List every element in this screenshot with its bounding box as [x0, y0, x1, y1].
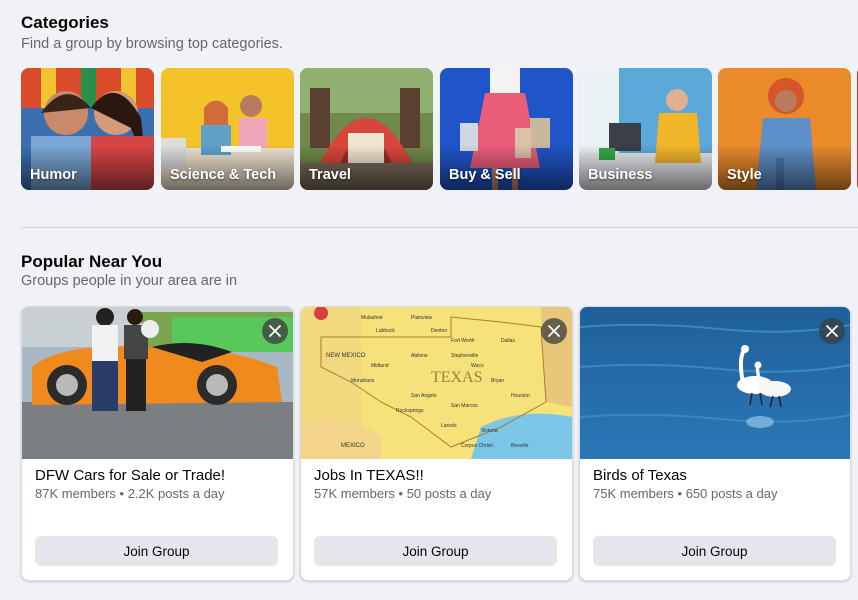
close-icon: [826, 325, 838, 337]
svg-text:Midland: Midland: [371, 363, 389, 369]
svg-text:Corpus Christi: Corpus Christi: [461, 443, 493, 449]
dismiss-button[interactable]: [262, 318, 288, 344]
group-card[interactable]: Birds of Texas 75K members • 650 posts a…: [579, 306, 851, 581]
section-divider: [21, 227, 858, 228]
group-cover-image[interactable]: [580, 307, 850, 459]
group-card[interactable]: DFW Cars for Sale or Trade! 87K members …: [21, 306, 294, 581]
join-group-button[interactable]: Join Group: [35, 536, 278, 566]
categories-subtitle: Find a group by browsing top categories.: [21, 36, 283, 52]
category-tile-style[interactable]: Style: [718, 68, 851, 190]
svg-text:Mulashoe: Mulashoe: [361, 315, 383, 321]
group-meta: 75K members • 650 posts a day: [593, 486, 778, 501]
category-label-travel: Travel: [309, 167, 351, 183]
white-egrets-water-icon: [580, 307, 850, 459]
svg-text:Laredo: Laredo: [441, 423, 457, 429]
join-group-button[interactable]: Join Group: [593, 536, 836, 566]
group-name[interactable]: DFW Cars for Sale or Trade!: [35, 467, 225, 484]
category-label-style: Style: [727, 167, 762, 183]
category-label-humor: Humor: [30, 167, 77, 183]
group-meta: 57K members • 50 posts a day: [314, 486, 492, 501]
group-cover-image[interactable]: [22, 307, 293, 459]
svg-text:Beeville: Beeville: [511, 443, 529, 449]
dismiss-button[interactable]: [819, 318, 845, 344]
svg-text:Lubbock: Lubbock: [376, 328, 395, 334]
category-tile-humor[interactable]: Humor: [21, 68, 154, 190]
svg-text:Bryan: Bryan: [491, 378, 504, 384]
mexico-label: MEXICO: [341, 443, 365, 449]
dismiss-button[interactable]: [541, 318, 567, 344]
category-label-business: Business: [588, 167, 653, 183]
category-tile-buy-sell[interactable]: Buy & Sell: [440, 68, 573, 190]
svg-text:Plainview: Plainview: [411, 315, 433, 321]
popular-subtitle: Groups people in your area are in: [21, 273, 238, 289]
orange-sports-car-icon: [22, 307, 293, 459]
category-label-buy-sell: Buy & Sell: [449, 167, 521, 183]
new-mexico-label: NEW MEXICO: [326, 353, 366, 359]
svg-text:Victoria: Victoria: [481, 428, 498, 434]
svg-text:San Angelo: San Angelo: [411, 393, 437, 399]
category-carousel: Humor Science & Tech Travel Buy & Sell B…: [21, 68, 858, 190]
svg-text:San Marcos: San Marcos: [451, 403, 478, 409]
close-icon: [269, 325, 281, 337]
group-card[interactable]: Mulashoe Plainview Lubbock Denton Fort Wor…: [300, 306, 573, 581]
group-meta: 87K members • 2.2K posts a day: [35, 486, 225, 501]
texas-map-icon: Mulashoe Plainview Lubbock Denton Fort Wor…: [301, 307, 572, 459]
close-icon: [548, 325, 560, 337]
category-tile-business[interactable]: Business: [579, 68, 712, 190]
svg-text:Monahans: Monahans: [351, 378, 375, 384]
svg-text:Abilene: Abilene: [411, 353, 428, 359]
texas-label: TEXAS: [431, 369, 483, 386]
popular-title: Popular Near You: [21, 252, 163, 271]
svg-text:Stephenville: Stephenville: [451, 353, 478, 359]
category-tile-travel[interactable]: Travel: [300, 68, 433, 190]
category-label-science-tech: Science & Tech: [170, 167, 277, 183]
svg-text:Dallas: Dallas: [501, 338, 515, 344]
svg-text:Houston: Houston: [511, 393, 530, 399]
categories-title: Categories: [21, 13, 109, 32]
svg-text:Rocksprings: Rocksprings: [396, 408, 424, 414]
group-cover-image[interactable]: Mulashoe Plainview Lubbock Denton Fort Wor…: [301, 307, 572, 459]
group-name[interactable]: Jobs In TEXAS!!: [314, 467, 424, 484]
join-group-button[interactable]: Join Group: [314, 536, 557, 566]
svg-text:Fort Worth: Fort Worth: [451, 338, 475, 344]
group-name[interactable]: Birds of Texas: [593, 467, 687, 484]
svg-text:Denton: Denton: [431, 328, 447, 334]
category-tile-science-tech[interactable]: Science & Tech: [161, 68, 294, 190]
